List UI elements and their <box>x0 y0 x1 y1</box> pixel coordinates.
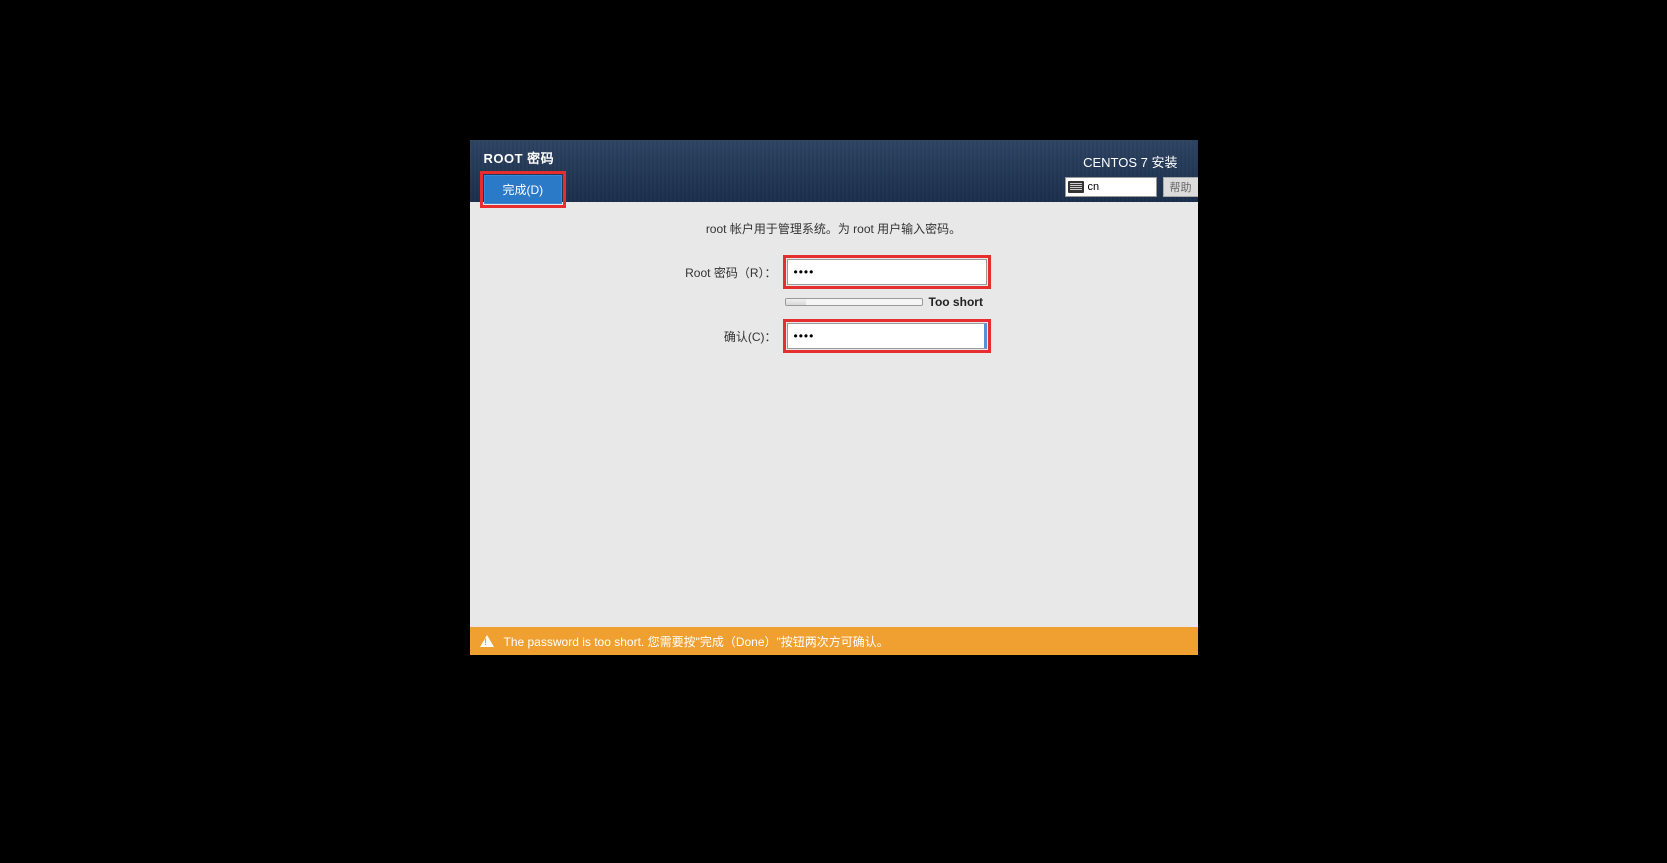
header-left: ROOT 密码 完成(D) <box>480 148 567 208</box>
root-password-input[interactable] <box>787 259 987 285</box>
header: ROOT 密码 完成(D) CENTOS 7 安装 cn 帮助 <box>470 140 1198 202</box>
header-right: CENTOS 7 安装 cn 帮助 <box>1065 152 1198 197</box>
confirm-password-label: 确认(C)： <box>677 328 777 345</box>
warning-message: The password is too short. 您需要按"完成（Done）… <box>504 633 889 650</box>
page-title: ROOT 密码 <box>484 148 567 167</box>
confirm-password-input[interactable] <box>787 323 987 349</box>
content-area: root 帐户用于管理系统。为 root 用户输入密码。 Root 密码（R）：… <box>470 202 1198 377</box>
password-strength-text: Too short <box>929 295 989 309</box>
header-right-row: cn 帮助 <box>1065 177 1198 197</box>
root-password-label: Root 密码（R）： <box>677 264 777 281</box>
warning-icon <box>480 635 494 647</box>
description-text: root 帐户用于管理系统。为 root 用户输入密码。 <box>490 220 1178 237</box>
keyboard-layout-text: cn <box>1088 181 1100 193</box>
warning-bar: The password is too short. 您需要按"完成（Done）… <box>470 627 1198 655</box>
password-strength-row: Too short <box>490 295 1178 309</box>
password-strength-bar <box>785 298 923 306</box>
root-password-row: Root 密码（R）： <box>490 255 1178 289</box>
confirm-password-highlight <box>783 319 991 353</box>
done-button[interactable]: 完成(D) <box>484 175 563 204</box>
install-title: CENTOS 7 安装 <box>1083 152 1177 171</box>
keyboard-icon <box>1068 181 1084 193</box>
confirm-password-row: 确认(C)： <box>490 319 1178 353</box>
keyboard-layout-selector[interactable]: cn <box>1065 177 1157 197</box>
installer-window: ROOT 密码 完成(D) CENTOS 7 安装 cn 帮助 root 帐户用… <box>470 140 1198 655</box>
password-strength-fill <box>786 299 806 305</box>
root-password-highlight <box>783 255 991 289</box>
help-button[interactable]: 帮助 <box>1163 177 1198 197</box>
done-button-highlight: 完成(D) <box>480 171 567 208</box>
